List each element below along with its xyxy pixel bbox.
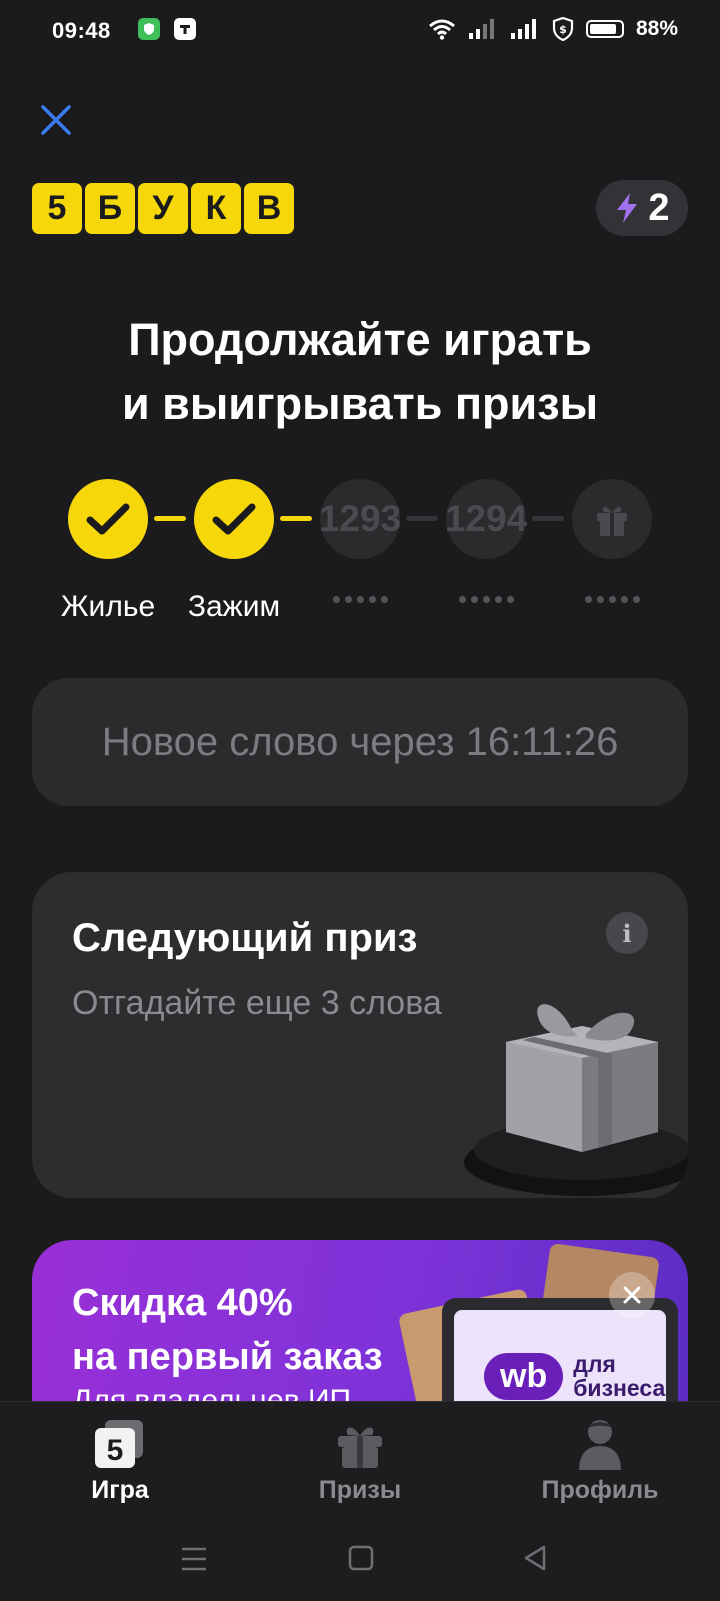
new-word-timer: Новое слово через 16:11:26 — [32, 678, 688, 806]
home-icon[interactable] — [348, 1544, 374, 1572]
nav-item-game[interactable]: 5 Игра — [20, 1414, 220, 1505]
progress-step-gift — [572, 479, 652, 559]
progress-connector — [532, 516, 564, 521]
brand-line-1: для — [573, 1351, 616, 1377]
vpn-shield-icon — [138, 18, 160, 40]
step-label: Жилье — [60, 590, 156, 623]
wifi-icon — [429, 19, 455, 40]
app-logo: 5 Б У К В — [32, 183, 294, 234]
logo-tile: 5 — [32, 183, 82, 234]
nav-label-game: Игра — [91, 1476, 149, 1504]
gift-box-image — [464, 1004, 688, 1196]
battery-icon — [585, 20, 624, 38]
progress-connector — [154, 516, 186, 521]
profile-icon — [579, 1420, 621, 1470]
nav-item-prizes[interactable]: Призы — [260, 1414, 460, 1505]
step-label: Зажим — [187, 590, 281, 623]
t-app-icon — [174, 18, 196, 40]
logo-tile: К — [191, 183, 241, 234]
promo-brand: wb для бизнеса — [484, 1352, 665, 1400]
lightning-icon — [617, 193, 638, 223]
game-tile-glyph: 5 — [107, 1434, 124, 1467]
hidden-word-dots — [320, 596, 400, 603]
promo-close-button[interactable] — [609, 1272, 655, 1318]
page-title: Продолжайте играть и выигрывать призы — [0, 308, 720, 436]
logo-tile: Б — [85, 183, 135, 234]
wb-logo: wb — [484, 1352, 564, 1400]
info-button[interactable]: i — [606, 912, 648, 954]
progress-step-2 — [194, 479, 274, 559]
nav-label-prizes: Призы — [318, 1476, 402, 1504]
game-tile-icon: 5 — [95, 1420, 143, 1468]
hidden-word-dots — [572, 596, 652, 603]
checkmark-icon — [86, 503, 130, 535]
menu-icon[interactable] — [180, 1546, 208, 1572]
gift-icon — [597, 506, 627, 536]
nav-label-profile: Профиль — [541, 1476, 659, 1504]
status-system-icons: $ 88% — [428, 17, 678, 41]
page-title-line-1: Продолжайте играть — [128, 314, 592, 365]
gift-icon — [338, 1427, 382, 1468]
back-icon[interactable] — [522, 1544, 548, 1572]
progress-connector — [280, 516, 312, 521]
prize-title: Следующий приз — [72, 916, 418, 960]
energy-badge[interactable]: 2 — [596, 180, 688, 236]
signal-icon-2 — [510, 19, 536, 39]
step-number: 1293 — [318, 498, 402, 539]
close-button[interactable] — [36, 100, 76, 140]
progress-step-3: 1293 — [318, 479, 402, 559]
logo-tile: У — [138, 183, 188, 234]
page-title-line-2: и выигрывать призы — [121, 378, 598, 429]
signal-icon — [468, 19, 494, 39]
next-prize-card[interactable]: Следующий приз Отгадайте еще 3 слова i — [32, 872, 688, 1198]
progress-step-1 — [68, 479, 148, 559]
progress-step-4: 1294 — [444, 479, 528, 559]
svg-text:$: $ — [559, 23, 567, 36]
close-icon — [623, 1286, 641, 1304]
info-icon: i — [622, 918, 632, 948]
step-number: 1294 — [444, 498, 528, 539]
system-navigation-bar — [0, 1520, 720, 1590]
logo-tile: В — [244, 183, 294, 234]
promo-line-2: на первый заказ — [72, 1336, 383, 1378]
checkmark-icon — [212, 503, 256, 535]
energy-count: 2 — [648, 186, 670, 229]
promo-line-1: Скидка 40% — [72, 1282, 293, 1324]
timer-text: Новое слово через 16:11:26 — [101, 719, 619, 764]
prize-subtitle: Отгадайте еще 3 слова — [72, 984, 442, 1022]
hidden-word-dots — [446, 596, 526, 603]
status-time: 09:48 — [52, 18, 111, 43]
status-notification-icons — [138, 18, 196, 40]
nav-item-profile[interactable]: Профиль — [500, 1414, 700, 1505]
progress-connector — [406, 516, 438, 521]
close-icon — [41, 105, 71, 135]
brand-line-2: бизнеса — [573, 1375, 666, 1401]
promo-headline: Скидка 40% на первый заказ — [72, 1276, 383, 1384]
battery-percent: 88% — [635, 17, 678, 40]
security-shield-icon: $ — [552, 17, 574, 41]
